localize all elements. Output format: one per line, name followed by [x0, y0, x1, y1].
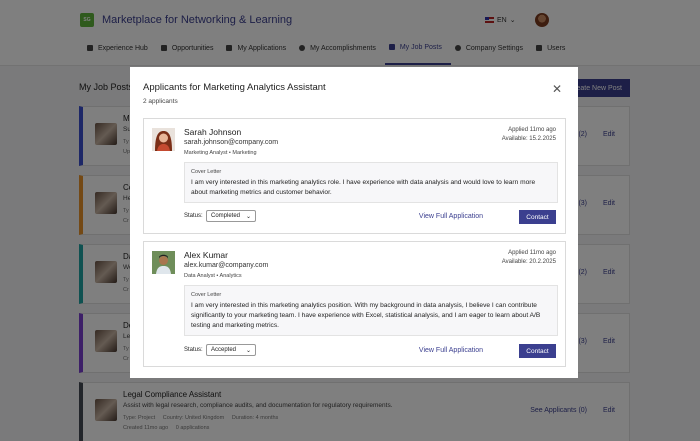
applicant-card: Alex Kumar alex.kumar@company.com Data A…	[143, 241, 566, 367]
available-date: Available: 20.2.2025	[501, 259, 556, 265]
applied-time: Applied 11mo ago	[508, 250, 556, 256]
chevron-down-icon: ⌄	[245, 347, 251, 354]
status-value: Completed	[211, 213, 241, 219]
contact-button[interactable]: Contact	[519, 210, 556, 224]
view-full-application-link[interactable]: View Full Application	[419, 347, 483, 354]
applicant-name: Sarah Johnson	[184, 127, 242, 137]
cover-letter-text: I am very interested in this marketing a…	[191, 179, 536, 196]
status-select[interactable]: Accepted ⌄	[206, 344, 256, 356]
applicant-email: alex.kumar@company.com	[184, 262, 269, 269]
view-full-application-link[interactable]: View Full Application	[419, 213, 483, 220]
applicant-role: Marketing Analyst • Marketing	[184, 150, 257, 156]
contact-button[interactable]: Contact	[519, 344, 556, 358]
applicant-photo	[152, 128, 175, 151]
applicants-modal: Applicants for Marketing Analytics Assis…	[130, 67, 578, 378]
applied-time: Applied 11mo ago	[508, 127, 556, 133]
close-icon[interactable]: ✕	[552, 83, 562, 95]
status-label: Status:	[184, 213, 203, 219]
status-value: Accepted	[211, 347, 237, 353]
applicant-count: 2 applicants	[143, 98, 178, 105]
applicant-email: sarah.johnson@company.com	[184, 139, 279, 146]
cover-letter-label: Cover Letter	[191, 292, 222, 298]
status-select[interactable]: Completed ⌄	[206, 210, 256, 222]
status-label: Status:	[184, 347, 203, 353]
cover-letter-text: I am very interested in this marketing a…	[191, 302, 541, 329]
applicant-name: Alex Kumar	[184, 250, 228, 260]
modal-title: Applicants for Marketing Analytics Assis…	[143, 82, 326, 93]
available-date: Available: 15.2.2025	[501, 136, 556, 142]
cover-letter: Cover Letter I am very interested in thi…	[184, 285, 558, 336]
cover-letter: Cover Letter I am very interested in thi…	[184, 162, 558, 203]
cover-letter-label: Cover Letter	[191, 169, 222, 175]
chevron-down-icon: ⌄	[245, 213, 251, 220]
applicant-role: Data Analyst • Analytics	[184, 273, 242, 279]
applicant-card: Sarah Johnson sarah.johnson@company.com …	[143, 118, 566, 234]
applicant-photo	[152, 251, 175, 274]
